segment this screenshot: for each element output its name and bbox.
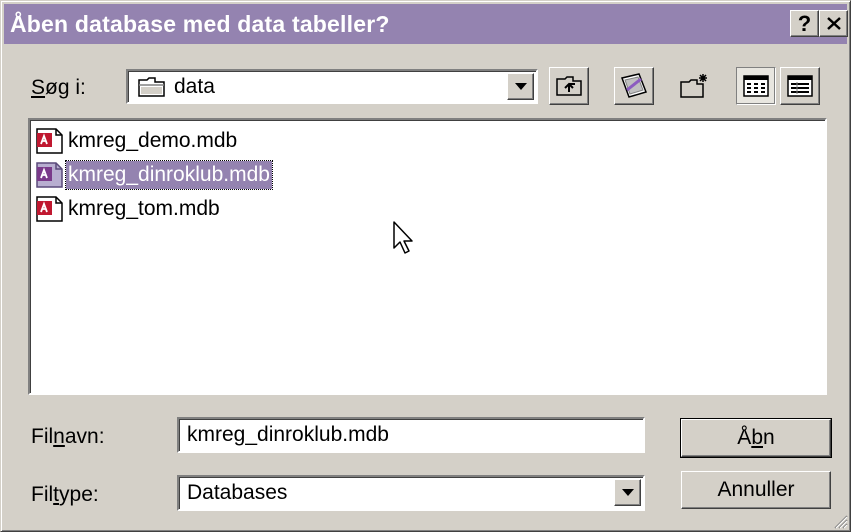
access-db-icon xyxy=(36,128,63,154)
chevron-down-icon xyxy=(621,489,634,496)
open-button[interactable]: Åbn xyxy=(680,418,832,458)
open-button-label: Åbn xyxy=(737,426,775,449)
filetype-value: Databases xyxy=(187,481,288,504)
file-name: kmreg_dinroklub.mdb xyxy=(65,160,273,190)
chevron-down-icon xyxy=(514,83,527,90)
close-button[interactable] xyxy=(819,10,848,37)
access-db-icon xyxy=(36,162,63,188)
up-one-level-button[interactable] xyxy=(549,67,589,105)
cancel-button[interactable]: Annuller xyxy=(681,471,831,509)
desktop-icon xyxy=(621,73,647,98)
filetype-dropdown-arrow[interactable] xyxy=(614,479,641,506)
details-view-icon xyxy=(787,75,813,97)
filetype-dropdown[interactable]: Databases xyxy=(177,475,645,511)
close-icon xyxy=(826,17,841,30)
list-view-icon xyxy=(743,75,769,97)
file-name: kmreg_demo.mdb xyxy=(68,129,238,152)
filename-value: kmreg_dinroklub.mdb xyxy=(187,423,389,446)
list-view-button[interactable] xyxy=(736,67,776,105)
new-folder-icon xyxy=(680,74,707,98)
details-view-button[interactable] xyxy=(780,67,820,105)
mouse-pointer-icon xyxy=(393,221,413,254)
lookin-value: data xyxy=(174,74,215,98)
filename-input[interactable]: kmreg_dinroklub.mdb xyxy=(177,417,645,453)
lookin-dropdown[interactable]: data xyxy=(126,69,538,104)
list-item[interactable]: kmreg_tom.mdb xyxy=(34,194,222,224)
lookin-dropdown-arrow[interactable] xyxy=(507,73,534,100)
folder-icon xyxy=(138,76,165,97)
title-bar[interactable]: Åben database med data tabeller? ? xyxy=(4,4,848,44)
dialog-title: Åben database med data tabeller? xyxy=(10,10,390,37)
resize-grip-icon[interactable] xyxy=(832,513,848,529)
filetype-label: Filtype: xyxy=(31,483,99,506)
desktop-button[interactable] xyxy=(614,67,654,105)
list-item[interactable]: kmreg_dinroklub.mdb xyxy=(34,160,273,190)
up-folder-icon xyxy=(556,76,582,96)
open-database-dialog: Åben database med data tabeller? ? Søg i… xyxy=(0,0,851,532)
lookin-label: Søg i: xyxy=(31,76,86,99)
filename-label: Filnavn: xyxy=(31,425,105,448)
new-folder-button[interactable] xyxy=(675,67,715,105)
help-icon: ? xyxy=(797,10,812,36)
cancel-button-label: Annuller xyxy=(717,478,795,501)
access-db-icon xyxy=(36,196,63,222)
help-button[interactable]: ? xyxy=(790,10,819,37)
file-name: kmreg_tom.mdb xyxy=(68,197,220,220)
list-item[interactable]: kmreg_demo.mdb xyxy=(34,126,239,156)
file-list[interactable]: kmreg_demo.mdb kmreg_dinroklub.mdb kmreg… xyxy=(28,118,827,395)
